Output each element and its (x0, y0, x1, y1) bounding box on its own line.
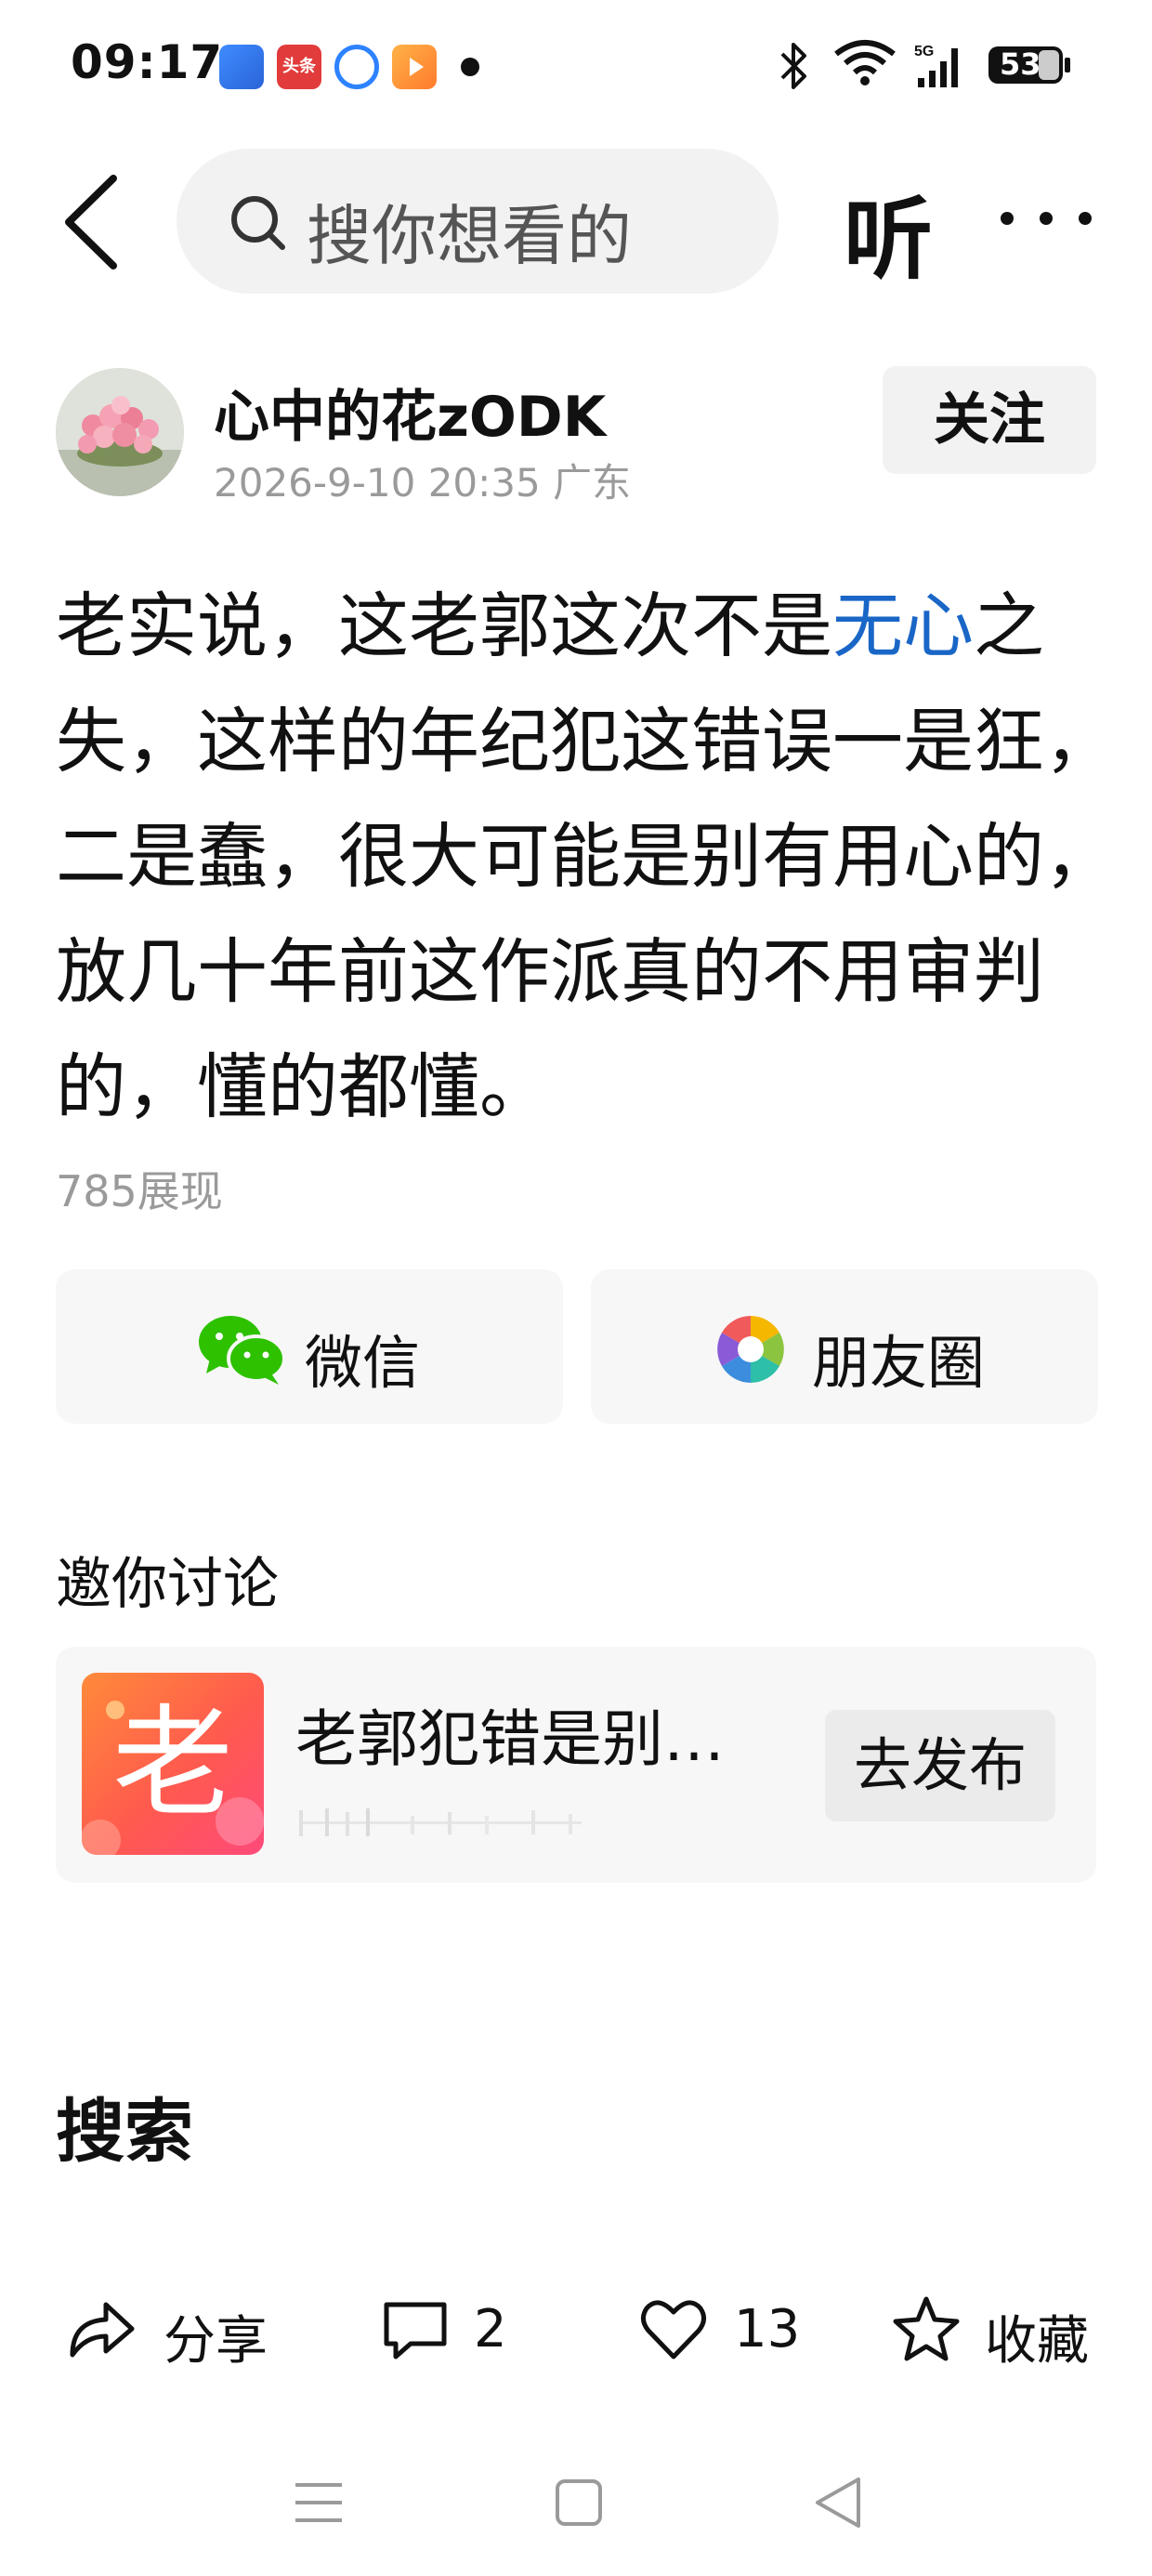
system-back-button[interactable] (806, 2470, 871, 2535)
search-section-heading: 搜索 (56, 2092, 193, 2172)
like-count: 13 (734, 2299, 801, 2359)
more-options-button[interactable] (994, 204, 1098, 232)
avatar[interactable] (56, 368, 184, 496)
search-placeholder: 搜你想看的 (307, 198, 632, 274)
status-time: 09:17 (71, 35, 224, 89)
comment-count: 2 (474, 2299, 507, 2359)
share-wechat-button[interactable]: 微信 (56, 1269, 563, 1424)
battery-icon: 53 (987, 43, 1072, 87)
system-home-button[interactable] (546, 2470, 611, 2535)
highlighted-keyword-link[interactable]: 无心 (832, 585, 974, 667)
system-menu-button[interactable] (286, 2470, 351, 2535)
browser-app-icon (334, 45, 379, 89)
cellular-signal-icon: 5G (914, 41, 966, 89)
share-action-label: 分享 (164, 2311, 268, 2372)
topic-subtitle-placeholder (299, 1807, 582, 1838)
heart-icon (637, 2293, 710, 2366)
wifi-icon (832, 37, 897, 87)
network-type-label: 5G (914, 44, 934, 59)
topic-thumbnail-char: 老 (111, 1692, 233, 1833)
comment-icon (379, 2293, 452, 2366)
share-moments-button[interactable]: 朋友圈 (591, 1269, 1098, 1424)
battery-level: 53 (1000, 46, 1041, 82)
stock-app-icon (219, 45, 264, 89)
topic-title: 老郭犯错是别… (295, 1703, 725, 1775)
author-name[interactable]: 心中的花zODK (214, 372, 606, 453)
bluetooth-icon (779, 41, 810, 101)
moments-icon (713, 1312, 788, 1387)
favorite-action-label: 收藏 (985, 2311, 1089, 2372)
search-input[interactable]: 搜你想看的 (177, 149, 779, 294)
status-bar: 09:17 头条 5G 53 (0, 0, 1152, 139)
toutiao-app-icon: 头条 (277, 45, 321, 89)
share-moments-label: 朋友圈 (812, 1329, 986, 1397)
view-count: 785展现 (56, 1166, 223, 1216)
share-wechat-label: 微信 (305, 1329, 421, 1397)
topic-thumbnail: 老 (82, 1673, 264, 1855)
post-text-start: 老实说，这老郭这次不是 (56, 585, 832, 667)
post-timestamp-location: 2026-9-10 20:35 广东 (214, 460, 632, 506)
back-button[interactable] (56, 171, 130, 273)
share-icon (65, 2293, 137, 2366)
follow-button[interactable]: 关注 (883, 366, 1096, 474)
post-content: 老实说，这老郭这次不是无心之失，这样的年纪犯这错误一是狂，二是蠢，很大可能是别有… (56, 569, 1115, 1145)
star-icon (890, 2293, 962, 2366)
search-icon (229, 193, 288, 253)
publish-button[interactable]: 去发布 (825, 1710, 1055, 1821)
more-notifications-dot (461, 58, 479, 76)
discuss-section-title: 邀你讨论 (56, 1552, 279, 1617)
discussion-topic-card[interactable]: 老 老郭犯错是别… 去发布 (56, 1647, 1096, 1883)
wechat-icon (197, 1312, 286, 1387)
video-app-icon (392, 45, 437, 89)
listen-button[interactable]: 听 (844, 167, 933, 296)
